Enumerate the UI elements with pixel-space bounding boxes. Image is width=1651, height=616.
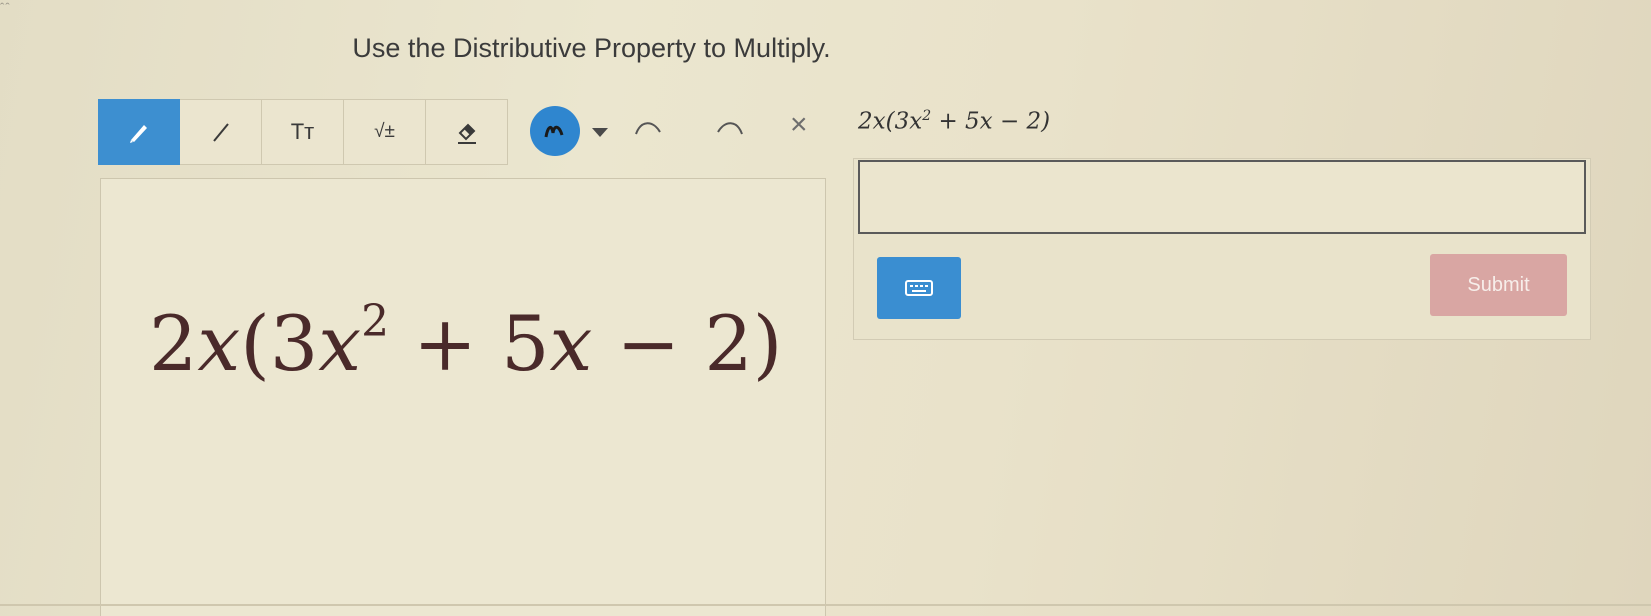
answer-input[interactable] xyxy=(858,160,1586,234)
pen-icon xyxy=(130,125,147,143)
top-edge-mark: ˆˆ xyxy=(0,0,11,15)
fill-icon xyxy=(457,123,476,144)
clear-icon[interactable]: × xyxy=(790,108,808,142)
math-icon: √± xyxy=(374,121,395,142)
keyboard-button[interactable] xyxy=(877,257,961,319)
line-tool-button[interactable] xyxy=(180,99,262,165)
text-tool-button[interactable]: Tт xyxy=(262,99,344,165)
drawing-toolbar: Tт √± xyxy=(98,99,508,165)
line-icon xyxy=(212,123,229,142)
bottom-divider xyxy=(0,604,1651,606)
color-picker-button[interactable] xyxy=(530,106,580,156)
keyboard-icon xyxy=(905,280,933,296)
submit-button[interactable]: Submit xyxy=(1430,254,1567,316)
fill-tool-button[interactable] xyxy=(426,99,508,165)
color-picker-icon xyxy=(544,125,564,138)
problem-expression-large: 2x(3x2 + 5x − 2) xyxy=(149,296,783,388)
redo-icon[interactable] xyxy=(715,118,745,138)
math-tool-button[interactable]: √± xyxy=(344,99,426,165)
undo-icon[interactable] xyxy=(633,118,663,138)
question-prompt: Use the Distributive Property to Multipl… xyxy=(352,33,831,63)
pen-tool-button[interactable] xyxy=(98,99,180,165)
problem-expression-small: 2x(3x2 + 5x − 2) xyxy=(858,108,1051,135)
drawing-canvas[interactable]: 2x(3x2 + 5x − 2) xyxy=(100,178,826,616)
color-dropdown-arrow[interactable] xyxy=(592,128,608,137)
text-icon: Tт xyxy=(290,119,315,144)
